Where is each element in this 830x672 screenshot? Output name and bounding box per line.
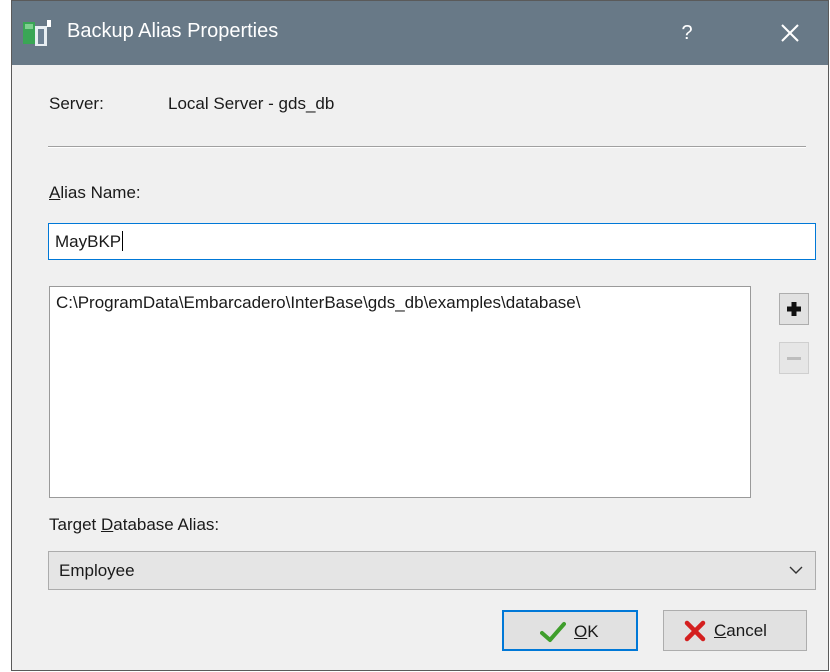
ok-label: OK xyxy=(574,622,599,642)
server-value: Local Server - gds_db xyxy=(168,94,335,113)
alias-name-accel: A xyxy=(49,183,61,202)
list-item[interactable]: C:\ProgramData\Embarcadero\InterBase\gds… xyxy=(56,293,744,313)
cancel-label-text: ancel xyxy=(726,621,767,640)
target-database-alias-select[interactable]: Employee xyxy=(48,551,816,590)
target-label-after: atabase Alias: xyxy=(113,515,220,534)
window-title: Backup Alias Properties xyxy=(67,20,279,42)
backup-files-list[interactable]: C:\ProgramData\Embarcadero\InterBase\gds… xyxy=(49,286,751,498)
close-icon xyxy=(781,24,799,42)
close-button[interactable] xyxy=(766,13,814,53)
alias-name-label: Alias Name: xyxy=(49,183,141,203)
separator xyxy=(48,146,806,148)
target-label-accel: D xyxy=(100,515,114,534)
remove-file-button[interactable] xyxy=(779,342,809,374)
backup-alias-properties-dialog: Backup Alias Properties ? Server: Local … xyxy=(11,0,829,671)
target-label-before: Target xyxy=(49,515,101,534)
alias-name-input[interactable]: MayBKP xyxy=(48,223,816,260)
help-button[interactable]: ? xyxy=(667,13,707,53)
target-database-alias-value: Employee xyxy=(59,561,135,580)
ok-label-text: K xyxy=(587,622,599,641)
plus-icon xyxy=(787,302,801,316)
cancel-button[interactable]: Cancel xyxy=(663,610,807,651)
alias-name-label-text: lias Name: xyxy=(60,183,141,202)
minus-icon xyxy=(787,357,801,360)
cancel-accel: C xyxy=(714,621,727,640)
app-icon xyxy=(23,20,51,46)
chevron-down-icon xyxy=(789,566,803,574)
cancel-label: Cancel xyxy=(714,621,767,641)
server-label: Server: xyxy=(49,94,104,113)
ok-button[interactable]: OK xyxy=(502,610,638,651)
target-database-alias-label: Target Database Alias: xyxy=(49,515,219,535)
title-bar[interactable]: Backup Alias Properties ? xyxy=(12,1,828,65)
text-caret xyxy=(122,231,124,251)
cancel-x-icon xyxy=(684,620,706,642)
checkmark-icon xyxy=(540,622,566,642)
alias-name-value: MayBKP xyxy=(55,232,122,251)
ok-accel: O xyxy=(574,622,588,641)
add-file-button[interactable] xyxy=(779,293,809,325)
